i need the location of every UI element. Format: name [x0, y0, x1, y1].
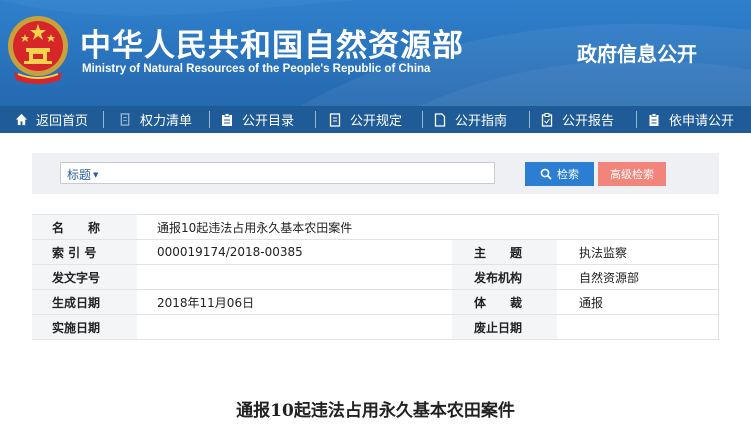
nav-item-guide[interactable]: 公开指南	[423, 106, 529, 133]
document-icon	[328, 112, 342, 127]
search-icon	[540, 168, 552, 180]
table-row: 生成日期 2018年11月06日 体 裁 通报	[32, 289, 720, 315]
clipboard-icon	[220, 112, 234, 127]
table-row: 实施日期 废止日期	[32, 314, 720, 340]
advanced-search-button[interactable]: 高级检索	[598, 162, 666, 186]
document-title: 通报10起违法占用永久基本农田案件	[236, 401, 515, 421]
date-label: 生成日期	[32, 289, 137, 315]
nav-item-request[interactable]: 依申请公开	[637, 106, 749, 133]
section-title: 政府信息公开	[577, 42, 697, 66]
genre-value: 通报	[557, 289, 720, 315]
table-row: 索 引 号 000019174/2018-00385 主 题 执法监察	[32, 239, 720, 265]
list-icon	[118, 113, 132, 127]
caret-down-icon: ▼	[93, 171, 99, 179]
nav-item-catalog[interactable]: 公开目录	[210, 106, 315, 133]
search-input[interactable]: 标题 ▼	[60, 162, 495, 184]
nav-label: 依申请公开	[669, 114, 735, 129]
site-subtitle: Ministry of Natural Resources of the Peo…	[82, 63, 431, 75]
publisher-label: 发布机构	[452, 264, 557, 290]
date-value: 2018年11月06日	[137, 289, 452, 315]
request-icon	[647, 112, 661, 127]
table-row: 名 称 通报10起违法占用永久基本农田案件	[32, 214, 720, 240]
page-icon	[433, 112, 447, 127]
docno-value	[137, 264, 452, 290]
search-panel: 标题 ▼ 检索 高级检索	[32, 153, 719, 194]
publisher-value: 自然资源部	[557, 264, 720, 290]
national-emblem-icon	[8, 16, 68, 84]
topic-value: 执法监察	[557, 239, 720, 265]
table-row: 发文字号 发布机构 自然资源部	[32, 264, 720, 290]
name-label: 名 称	[32, 214, 137, 240]
nav-label: 公开规定	[350, 114, 403, 129]
docno-label: 发文字号	[32, 264, 137, 290]
nav-item-regulations[interactable]: 公开规定	[316, 106, 422, 133]
index-value: 000019174/2018-00385	[137, 239, 452, 265]
report-icon	[540, 112, 554, 127]
nav-item-power-list[interactable]: 权力清单	[104, 106, 209, 133]
site-header: 中华人民共和国自然资源部 Ministry of Natural Resourc…	[0, 0, 751, 106]
nav-item-report[interactable]: 公开报告	[530, 106, 636, 133]
name-value: 通报10起违法占用永久基本农田案件	[137, 214, 720, 240]
search-type-label: 标题	[67, 168, 92, 182]
nav-label: 返回首页	[36, 114, 89, 129]
effective-date-label: 实施日期	[32, 314, 137, 340]
home-icon	[14, 113, 28, 127]
index-label: 索 引 号	[32, 239, 137, 265]
topic-label: 主 题	[452, 239, 557, 265]
site-title: 中华人民共和国自然资源部	[80, 28, 464, 64]
nav-label: 公开目录	[242, 114, 295, 129]
nav-label: 公开报告	[562, 114, 615, 129]
nav-item-home[interactable]: 返回首页	[0, 106, 103, 133]
main-nav: 返回首页 权力清单 公开目录 公开规定 公开指南 公开报告 依申请公开	[0, 106, 751, 133]
nav-label: 权力清单	[140, 114, 193, 129]
search-type-select[interactable]: 标题 ▼	[67, 166, 98, 183]
genre-label: 体 裁	[452, 289, 557, 315]
expiry-date-value	[557, 314, 720, 340]
search-button[interactable]: 检索	[525, 162, 594, 186]
effective-date-value	[137, 314, 452, 340]
expiry-date-label: 废止日期	[452, 314, 557, 340]
document-metadata-table: 名 称 通报10起违法占用永久基本农田案件 索 引 号 000019174/20…	[32, 214, 720, 340]
nav-label: 公开指南	[455, 114, 508, 129]
search-button-label: 检索	[557, 168, 579, 181]
